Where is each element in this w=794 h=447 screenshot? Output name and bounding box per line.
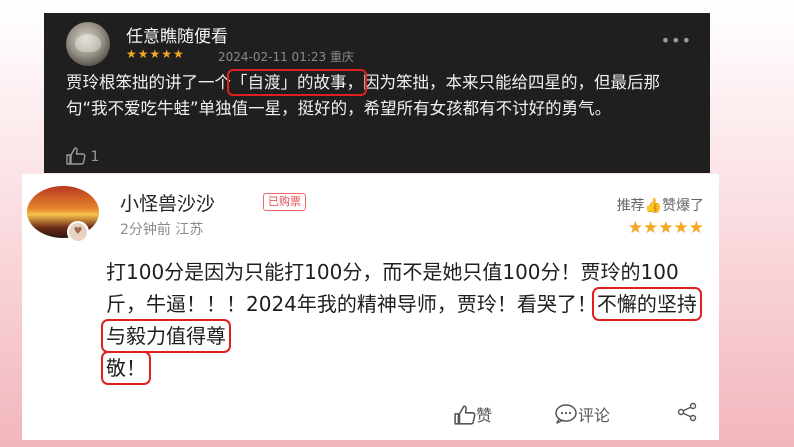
rating-stars: ★★★★★ <box>627 218 704 238</box>
review-text-part: 打100分是因为只能打100分，而不是她只值100分！贾玲的100斤，牛逼！！！… <box>106 260 679 316</box>
rating-stars: ★★★★★ <box>126 47 185 61</box>
review-card-bottom: ♥ 小怪兽沙沙 已购票 2分钟前 江苏 推荐👍赞爆了 ★★★★★ 打100分是因… <box>22 174 719 440</box>
username[interactable]: 小怪兽沙沙 <box>120 189 215 216</box>
comment-button[interactable]: 评论 <box>554 402 610 426</box>
review-date-location: 2024-02-11 01:23 重庆 <box>218 50 354 64</box>
like-button[interactable]: 赞 <box>454 402 492 426</box>
highlighted-phrase: 「自渡」的故事， <box>227 69 367 96</box>
like-label: 赞 <box>476 406 493 425</box>
highlighted-phrase: 敬！ <box>101 351 151 385</box>
ellipsis-icon[interactable]: ••• <box>661 31 692 50</box>
thumbs-up-icon <box>454 405 476 425</box>
review-card-top: 任意瞧随便看 ★★★★★ 2024-02-11 01:23 重庆 ••• 贾玲根… <box>44 13 710 173</box>
comment-label: 评论 <box>578 406 611 425</box>
recommend-label: 推荐👍赞爆了 <box>617 195 704 215</box>
review-time-location: 2分钟前 江苏 <box>120 222 204 238</box>
purchased-ticket-badge: 已购票 <box>263 193 306 211</box>
action-bar: 赞 评论 <box>452 402 712 426</box>
thumbs-up-emoji-icon: 👍 <box>644 198 662 214</box>
username[interactable]: 任意瞧随便看 <box>126 22 228 47</box>
share-button[interactable] <box>676 402 698 422</box>
review-text: 贾玲根笨拙的讲了一个「自渡」的故事，因为笨拙，本来只能给四星的，但最后那句“我不… <box>66 69 696 122</box>
like-count: 1 <box>90 149 100 165</box>
like-button[interactable]: 1 <box>66 147 99 165</box>
share-icon <box>676 402 698 422</box>
recommend-prefix: 推荐 <box>616 198 645 214</box>
thumbs-up-icon <box>66 147 90 165</box>
review-text: 打100分是因为只能打100分，而不是她只值100分！贾玲的100斤，牛逼！！！… <box>101 256 706 385</box>
review-text-part: 贾玲根笨拙的讲了一个 <box>66 73 231 92</box>
heart-badge-icon: ♥ <box>67 221 89 243</box>
comment-icon <box>554 404 578 425</box>
avatar[interactable] <box>66 22 110 66</box>
recommend-suffix: 赞爆了 <box>662 198 704 214</box>
